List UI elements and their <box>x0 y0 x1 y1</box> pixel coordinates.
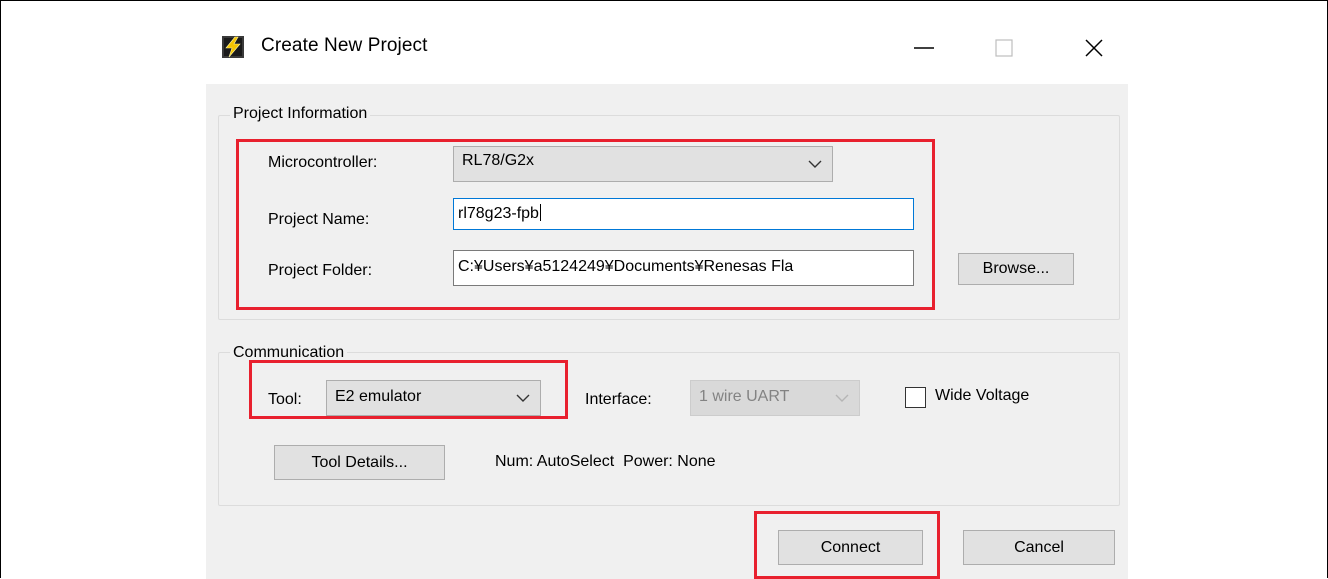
minimize-icon <box>914 47 934 49</box>
communication-group-label: Communication <box>230 344 348 362</box>
chevron-down-icon <box>835 394 849 402</box>
text-caret <box>539 204 541 221</box>
tool-label: Tool: <box>268 391 302 408</box>
interface-label: Interface: <box>585 391 652 408</box>
chevron-down-icon <box>516 394 530 402</box>
maximize-button[interactable] <box>976 23 1032 73</box>
project-folder-input[interactable]: C:¥Users¥a5124249¥Documents¥Renesas Fla <box>453 250 914 286</box>
create-new-project-dialog: Create New Project Project Information M… <box>206 13 1128 579</box>
cancel-button[interactable]: Cancel <box>963 530 1115 565</box>
flash-programmer-app-icon <box>222 36 244 58</box>
dialog-client-area: Project Information Microcontroller: RL7… <box>206 84 1128 579</box>
project-name-input[interactable]: rl78g23-fpb <box>453 198 914 230</box>
wide-voltage-label: Wide Voltage <box>935 387 1030 404</box>
minimize-button[interactable] <box>896 23 952 73</box>
title-bar[interactable]: Create New Project <box>206 13 1128 84</box>
project-folder-value: C:¥Users¥a5124249¥Documents¥Renesas Fla <box>458 258 794 275</box>
interface-select[interactable]: 1 wire UART <box>690 380 860 416</box>
tool-status-text: Num: AutoSelect Power: None <box>495 453 716 470</box>
close-icon <box>1085 39 1103 57</box>
microcontroller-label: Microcontroller: <box>268 154 378 171</box>
microcontroller-select[interactable]: RL78/G2x <box>453 146 833 182</box>
tool-value: E2 emulator <box>335 388 422 405</box>
project-folder-label: Project Folder: <box>268 262 373 279</box>
tool-details-button[interactable]: Tool Details... <box>274 445 445 480</box>
project-name-value: rl78g23-fpb <box>458 205 539 222</box>
chevron-down-icon <box>808 160 822 168</box>
close-button[interactable] <box>1066 23 1122 73</box>
browse-button[interactable]: Browse... <box>958 253 1074 285</box>
communication-group <box>218 352 1120 506</box>
microcontroller-value: RL78/G2x <box>462 152 535 169</box>
connect-button[interactable]: Connect <box>778 530 923 565</box>
maximize-icon <box>995 39 1013 57</box>
window-title: Create New Project <box>261 35 428 56</box>
project-information-group-label: Project Information <box>230 105 371 123</box>
wide-voltage-checkbox[interactable] <box>905 387 926 408</box>
interface-value: 1 wire UART <box>699 388 790 405</box>
project-name-label: Project Name: <box>268 211 370 228</box>
tool-select[interactable]: E2 emulator <box>326 380 541 416</box>
